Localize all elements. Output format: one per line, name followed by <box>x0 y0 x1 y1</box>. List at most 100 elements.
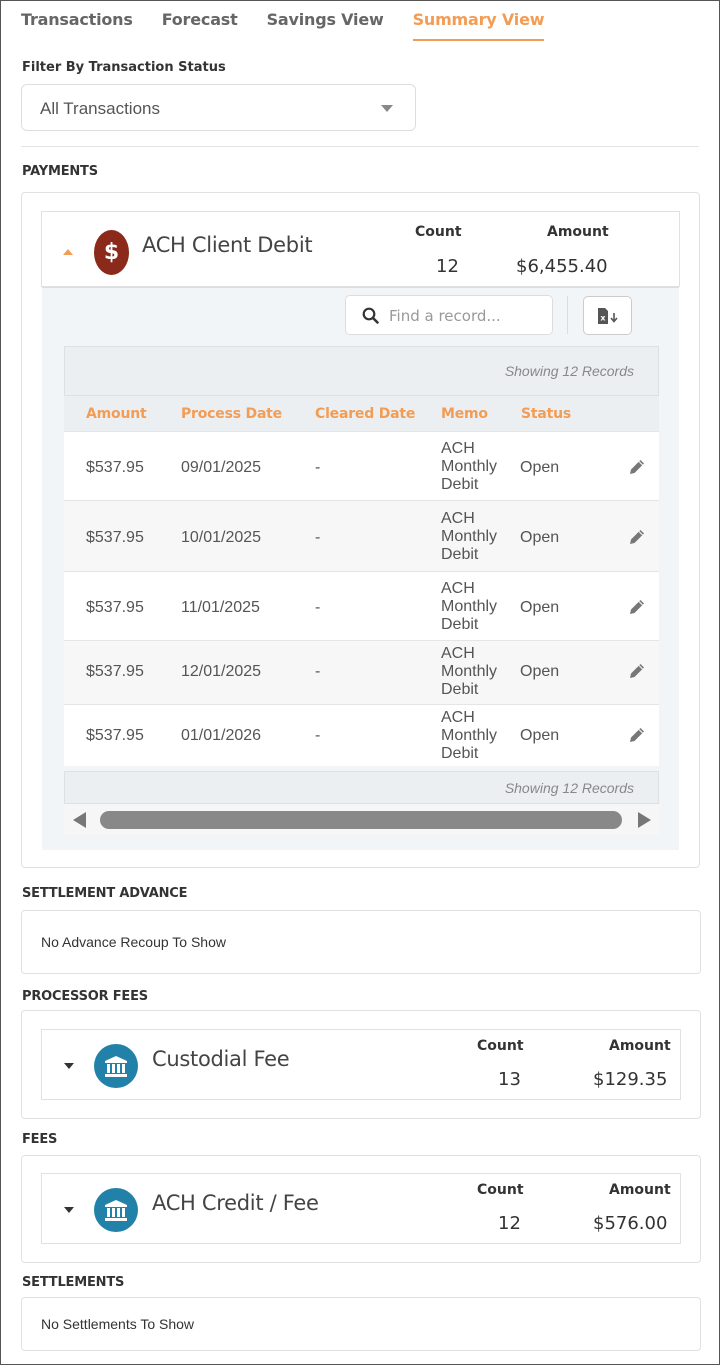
empty-message: No Settlements To Show <box>41 1316 195 1332</box>
table-row: $537.95 12/01/2025 - ACH Monthly Debit O… <box>64 640 659 704</box>
memo-line: Debit <box>441 745 479 762</box>
amount-label: Amount <box>609 1038 671 1054</box>
card-title: ACH Credit / Fee <box>152 1191 319 1215</box>
cell-status: Open <box>520 663 560 680</box>
horizontal-scrollbar[interactable] <box>64 804 659 835</box>
table-header: Amount Process Date Cleared Date Memo St… <box>64 396 659 431</box>
tab-savings-view[interactable]: Savings View <box>267 10 384 41</box>
transaction-status-select[interactable]: All Transactions <box>21 84 416 131</box>
col-status[interactable]: Status <box>521 406 571 422</box>
count-value: 13 <box>498 1069 521 1090</box>
bank-icon <box>94 1188 138 1232</box>
edit-pencil-icon[interactable] <box>627 597 647 617</box>
divider <box>21 146 699 147</box>
scroll-right-arrow-icon[interactable] <box>638 812 651 828</box>
settlement-advance-section-title: SETTLEMENT ADVANCE <box>22 886 188 901</box>
col-process-date[interactable]: Process Date <box>181 406 282 422</box>
settlements-box: No Settlements To Show <box>21 1297 701 1351</box>
ach-credit-fee-card[interactable]: ACH Credit / Fee Count 12 Amount $576.00 <box>41 1173 681 1244</box>
cell-amount: $537.95 <box>86 459 144 476</box>
svg-text:x: x <box>600 313 606 322</box>
export-excel-button[interactable]: x <box>583 296 632 335</box>
edit-pencil-icon[interactable] <box>627 661 647 681</box>
cell-cleared-date: - <box>315 727 321 744</box>
memo-line: Debit <box>441 681 479 698</box>
cell-process-date: 09/01/2025 <box>181 459 262 476</box>
filter-label: Filter By Transaction Status <box>22 60 226 75</box>
cell-status: Open <box>520 459 560 476</box>
cell-cleared-date: - <box>315 529 321 546</box>
amount-value: $576.00 <box>593 1213 668 1234</box>
card-title: ACH Client Debit <box>142 233 313 257</box>
count-label: Count <box>477 1038 524 1054</box>
cell-memo: ACH Monthly Debit <box>441 645 497 699</box>
expand-icon[interactable] <box>64 1207 74 1213</box>
settlement-advance-box: No Advance Recoup To Show <box>21 910 701 974</box>
cell-status: Open <box>520 727 560 744</box>
cell-process-date: 12/01/2025 <box>181 663 262 680</box>
cell-memo: ACH Monthly Debit <box>441 709 497 763</box>
cell-cleared-date: - <box>315 459 321 476</box>
payments-section-title: PAYMENTS <box>22 164 98 179</box>
memo-line: Monthly <box>441 458 498 475</box>
scrollbar-thumb[interactable] <box>100 811 622 829</box>
edit-pencil-icon[interactable] <box>627 457 647 477</box>
memo-line: Debit <box>441 476 479 493</box>
amount-label: Amount <box>547 224 609 240</box>
count-label: Count <box>477 1182 524 1198</box>
col-amount[interactable]: Amount <box>86 406 147 422</box>
empty-message: No Advance Recoup To Show <box>41 934 226 950</box>
count-value: 12 <box>436 256 459 277</box>
amount-value: $6,455.40 <box>516 256 608 277</box>
records-count-top: Showing 12 Records <box>64 346 659 396</box>
view-tabs: Transactions Forecast Savings View Summa… <box>21 10 573 41</box>
toolbar-divider <box>567 296 568 334</box>
custodial-fee-card[interactable]: Custodial Fee Count 13 Amount $129.35 <box>41 1029 681 1100</box>
tab-transactions[interactable]: Transactions <box>21 10 133 41</box>
tab-summary-view[interactable]: Summary View <box>412 10 545 41</box>
cell-amount: $537.95 <box>86 663 144 680</box>
cell-status: Open <box>520 599 560 616</box>
select-value: All Transactions <box>40 99 160 118</box>
amount-value: $129.35 <box>593 1069 668 1090</box>
tab-forecast[interactable]: Forecast <box>162 10 238 41</box>
amount-label: Amount <box>609 1182 671 1198</box>
table-row: $537.95 01/01/2026 - ACH Monthly Debit O… <box>64 704 659 766</box>
edit-pencil-icon[interactable] <box>627 725 647 745</box>
expand-icon[interactable] <box>64 1063 74 1069</box>
memo-line: Monthly <box>441 598 498 615</box>
memo-line: ACH <box>441 709 475 726</box>
cell-memo: ACH Monthly Debit <box>441 440 497 494</box>
ach-client-debit-card[interactable]: $ ACH Client Debit Count 12 Amount $6,45… <box>41 211 680 287</box>
search-placeholder: Find a record... <box>389 307 501 325</box>
cell-amount: $537.95 <box>86 529 144 546</box>
cell-status: Open <box>520 529 560 546</box>
memo-line: ACH <box>441 510 475 527</box>
memo-line: ACH <box>441 580 475 597</box>
fees-section-title: FEES <box>22 1132 58 1147</box>
dollar-icon: $ <box>94 230 129 275</box>
cell-cleared-date: - <box>315 599 321 616</box>
processor-fees-section-title: PROCESSOR FEES <box>22 989 148 1004</box>
table-row: $537.95 09/01/2025 - ACH Monthly Debit O… <box>64 431 659 500</box>
cell-process-date: 10/01/2025 <box>181 529 262 546</box>
col-memo[interactable]: Memo <box>441 406 488 422</box>
cell-process-date: 01/01/2026 <box>181 727 262 744</box>
cell-memo: ACH Monthly Debit <box>441 580 497 634</box>
cell-amount: $537.95 <box>86 599 144 616</box>
memo-line: ACH <box>441 440 475 457</box>
edit-pencil-icon[interactable] <box>627 527 647 547</box>
memo-line: Debit <box>441 616 479 633</box>
cell-memo: ACH Monthly Debit <box>441 510 497 564</box>
cell-amount: $537.95 <box>86 727 144 744</box>
memo-line: Debit <box>441 546 479 563</box>
chevron-down-icon <box>381 105 393 112</box>
records-count-bottom: Showing 12 Records <box>64 771 659 804</box>
scroll-left-arrow-icon[interactable] <box>73 812 86 828</box>
settlements-section-title: SETTLEMENTS <box>22 1275 125 1290</box>
search-input[interactable]: Find a record... <box>345 295 553 335</box>
col-cleared-date[interactable]: Cleared Date <box>315 406 415 422</box>
excel-download-icon: x <box>597 307 618 324</box>
collapse-icon[interactable] <box>63 249 73 255</box>
count-label: Count <box>415 224 462 240</box>
